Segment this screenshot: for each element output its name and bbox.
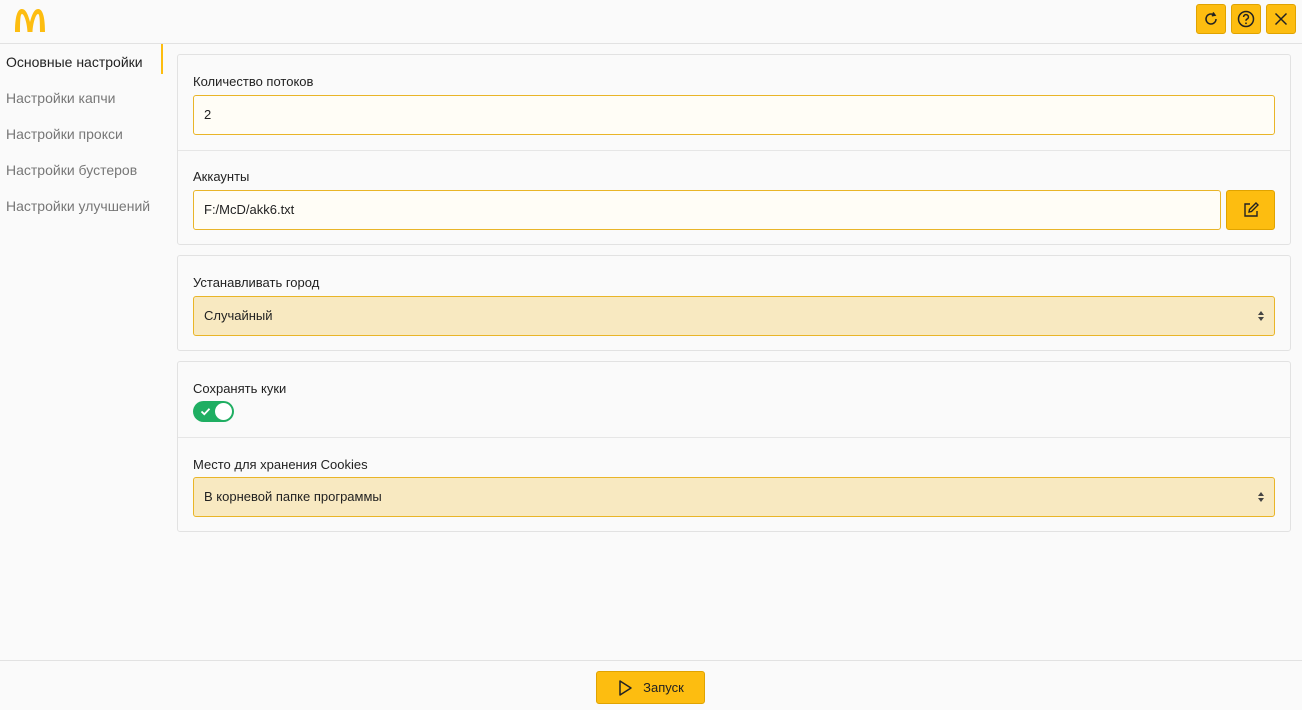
run-button[interactable]: Запуск	[596, 671, 705, 704]
accounts-section: Аккаунты F:/McD/akk6.txt	[178, 150, 1290, 244]
sidebar-item-upgrade-settings[interactable]: Настройки улучшений	[0, 188, 163, 224]
accounts-label: Аккаунты	[193, 169, 250, 184]
settings-sidebar: Основные настройки Настройки капчи Настр…	[0, 44, 163, 224]
play-icon	[619, 679, 632, 696]
toggle-knob	[215, 403, 232, 420]
close-icon	[1274, 12, 1288, 26]
refresh-icon	[1205, 12, 1217, 25]
cookie-location-section: Место для хранения Cookies В корневой па…	[178, 437, 1290, 531]
threads-input[interactable]: 2	[193, 95, 1275, 135]
select-arrows-icon	[1258, 311, 1264, 321]
edit-icon	[1243, 202, 1259, 217]
save-cookies-section: Сохранять куки	[178, 362, 1290, 437]
cookies-panel: Сохранять куки Место для хранения Cookie…	[177, 361, 1291, 532]
city-section: Устанавливать город Случайный	[178, 256, 1290, 350]
save-cookies-label: Сохранять куки	[193, 381, 287, 396]
check-icon	[200, 408, 211, 416]
cookie-location-select[interactable]: В корневой папке программы	[193, 477, 1275, 517]
accounts-path-input[interactable]: F:/McD/akk6.txt	[193, 190, 1221, 230]
edit-accounts-button[interactable]	[1226, 190, 1275, 230]
footer-bar: Запуск	[0, 660, 1302, 710]
select-arrows-icon	[1258, 492, 1264, 502]
city-select[interactable]: Случайный	[193, 296, 1275, 336]
help-button[interactable]	[1231, 4, 1261, 34]
help-icon	[1237, 10, 1255, 28]
mcdonalds-logo	[15, 9, 45, 32]
sidebar-item-proxy-settings[interactable]: Настройки прокси	[0, 116, 163, 152]
refresh-button[interactable]	[1196, 4, 1226, 34]
city-selected-value: Случайный	[204, 308, 273, 323]
cookie-location-selected-value: В корневой папке программы	[204, 489, 382, 504]
close-button[interactable]	[1266, 4, 1296, 34]
save-cookies-toggle[interactable]	[193, 401, 234, 422]
cookie-location-label: Место для хранения Cookies	[193, 457, 368, 472]
sidebar-item-captcha-settings[interactable]: Настройки капчи	[0, 80, 163, 116]
city-panel: Устанавливать город Случайный	[177, 255, 1291, 351]
threads-label: Количество потоков	[193, 74, 314, 89]
threads-section: Количество потоков 2	[178, 55, 1290, 150]
sidebar-item-booster-settings[interactable]: Настройки бустеров	[0, 152, 163, 188]
sidebar-item-main-settings[interactable]: Основные настройки	[0, 44, 163, 80]
general-panel: Количество потоков 2 Аккаунты F:/McD/akk…	[177, 54, 1291, 245]
run-button-label: Запуск	[643, 680, 684, 695]
city-label: Устанавливать город	[193, 275, 320, 290]
title-bar	[0, 0, 1302, 44]
